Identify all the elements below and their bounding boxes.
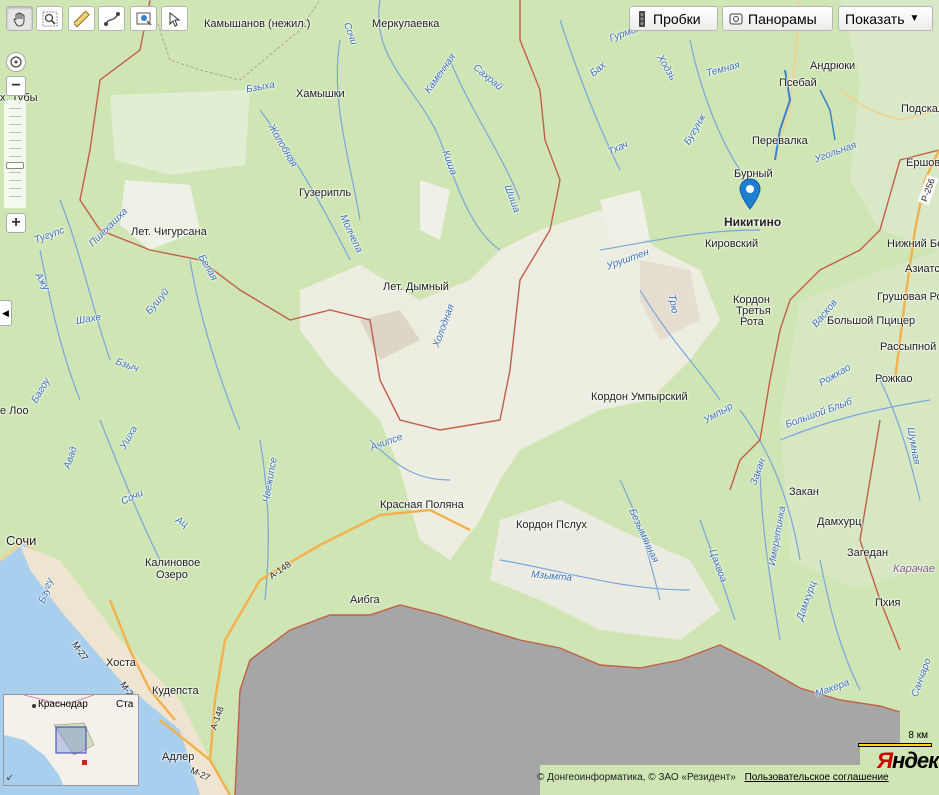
place-label: Нижний Бе	[887, 238, 939, 250]
place-label: е Лоо	[0, 405, 29, 417]
place-label: Меркулаевка	[372, 18, 440, 30]
yandex-logo[interactable]: Яндекс	[877, 748, 939, 774]
place-label: Грушовая Рота	[877, 291, 939, 303]
compass-icon	[10, 56, 22, 68]
region-label: Карачае	[893, 563, 936, 575]
locate-button[interactable]	[6, 52, 26, 72]
map-terrain	[0, 0, 939, 795]
place-label: Рота	[740, 316, 764, 328]
zoom-area-tool-button[interactable]	[36, 6, 63, 31]
place-label: Кордон Пслух	[516, 519, 587, 531]
collapse-arrow-icon[interactable]: ↙	[6, 772, 14, 783]
zoom-in-button[interactable]: +	[6, 213, 26, 233]
show-label: Показать	[845, 10, 905, 27]
select-tool-button[interactable]	[161, 6, 188, 31]
place-label: Гузерипль	[299, 187, 352, 199]
scale-label: 8 км	[908, 730, 928, 741]
place-label: Андрюки	[810, 60, 856, 72]
place-label: Кудепста	[152, 685, 199, 697]
place-label: Псебай	[779, 77, 817, 89]
place-label: Лет. Чигурсана	[131, 226, 207, 238]
magnifier-icon	[42, 11, 57, 26]
scale-bar: 8 км	[858, 730, 932, 748]
place-label: Адлер	[162, 751, 195, 763]
place-label: Хамышки	[296, 88, 345, 100]
ruler-icon	[73, 10, 90, 27]
place-label: Азиатс	[905, 263, 939, 275]
place-label: Рожкао	[875, 373, 913, 385]
route-icon	[103, 11, 120, 26]
place-label: Рассыпной	[880, 341, 937, 353]
minimap-city-label: Краснодар	[38, 699, 88, 710]
hand-icon	[12, 12, 24, 26]
place-label: Камышанов (нежил.)	[204, 18, 311, 30]
traffic-button[interactable]: Пробки	[629, 6, 718, 31]
ruler-tool-button[interactable]	[68, 6, 95, 31]
map-canvas[interactable]: Камышанов (нежил.) Меркулаевка Андрюки П…	[0, 0, 939, 795]
route-tool-button[interactable]	[98, 6, 125, 31]
copyright: © Донгеоинформатика, © ЗАО «Резидент» По…	[537, 772, 889, 783]
place-label: Хоста	[106, 657, 136, 669]
cursor-icon	[169, 11, 180, 27]
logo-rest: ндекс	[892, 748, 939, 773]
place-label: Подскал	[901, 103, 939, 115]
zoom-slider-handle[interactable]	[6, 161, 24, 169]
hand-tool-button[interactable]	[6, 6, 33, 31]
place-label: Аибга	[350, 594, 380, 606]
zoom-slider[interactable]	[4, 100, 26, 208]
panoramas-label: Панорамы	[748, 10, 817, 27]
user-agreement-link[interactable]: Пользовательское соглашение	[745, 772, 889, 783]
side-panel-toggle[interactable]: ◀	[0, 300, 12, 326]
place-label: Озеро	[156, 569, 188, 581]
zoom-out-button[interactable]: −	[6, 76, 26, 96]
place-label: Лет. Дымный	[383, 281, 449, 293]
traffic-label: Пробки	[653, 10, 701, 27]
location-marker[interactable]	[737, 178, 763, 212]
place-label: Дамхурц	[817, 516, 862, 528]
city-label: Сочи	[6, 533, 37, 548]
chevron-down-icon: ▼	[909, 13, 920, 24]
place-label: Кордон Умпырский	[591, 391, 688, 403]
minimap-city-label: Ста	[116, 699, 134, 710]
show-layers-dropdown[interactable]: Показать ▼	[838, 6, 933, 31]
panorama-icon	[729, 13, 743, 24]
place-label: Загедан	[847, 547, 889, 559]
place-label: Перевалка	[752, 135, 808, 147]
place-label: Кировский	[705, 238, 759, 250]
overview-minimap[interactable]: Краснодар Ста ↙	[3, 694, 139, 786]
place-label: Закан	[789, 486, 820, 498]
map-pin-plus-icon	[136, 12, 151, 25]
marker-label: Никитино	[724, 215, 782, 229]
place-label: Ершов	[906, 157, 939, 169]
add-object-tool-button[interactable]	[130, 6, 157, 31]
chevron-left-icon: ◀	[2, 307, 9, 318]
place-label: Красная Поляна	[380, 499, 464, 511]
traffic-light-icon	[639, 10, 645, 27]
logo-first: Я	[877, 748, 893, 773]
place-label: Калиновое	[145, 557, 201, 569]
copyright-text: © Донгеоинформатика, © ЗАО «Резидент»	[537, 772, 736, 783]
place-label: Пхия	[875, 597, 901, 609]
panoramas-button[interactable]: Панорамы	[722, 6, 833, 31]
map-pin-icon	[739, 178, 761, 210]
place-label: Большой Пцицер	[827, 315, 916, 327]
